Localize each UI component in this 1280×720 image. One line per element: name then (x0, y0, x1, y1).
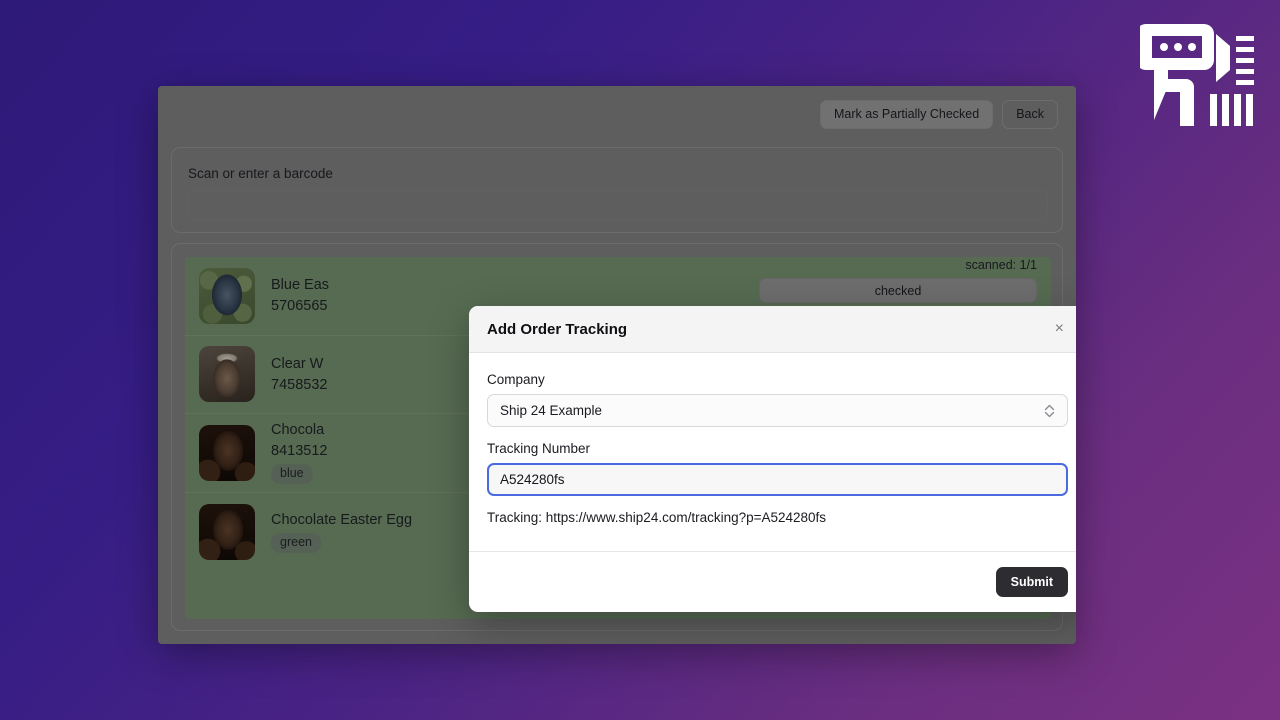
tracking-number-label: Tracking Number (487, 441, 591, 456)
product-thumbnail (199, 346, 255, 403)
company-label: Company (487, 372, 545, 387)
scanned-count: scanned: 1/1 (965, 258, 1037, 273)
checked-button-label: checked (874, 283, 922, 298)
product-thumbnail (199, 424, 255, 481)
add-order-tracking-modal: Add Order Tracking × Company Ship 24 Exa… (469, 306, 1076, 612)
modal-footer: Submit (469, 551, 1076, 612)
company-select[interactable]: Ship 24 Example (487, 394, 1068, 427)
item-tag: green (271, 532, 321, 553)
item-tag: blue (271, 464, 313, 485)
submit-button[interactable]: Submit (995, 567, 1068, 597)
mark-as-partially-checked-button[interactable]: Mark as Partially Checked (820, 99, 994, 129)
item-title: Blue Eas (271, 277, 330, 294)
product-thumbnail (199, 503, 255, 560)
modal-body: Company Ship 24 Example Tracking Number … (469, 353, 1076, 551)
product-thumbnail (199, 267, 255, 324)
checked-button[interactable]: checked (759, 278, 1037, 304)
top-action-bar: Mark as Partially Checked Back (158, 86, 1076, 142)
close-icon[interactable]: × (1050, 317, 1069, 341)
scan-label: Scan or enter a barcode (188, 166, 333, 181)
modal-header: Add Order Tracking × (469, 306, 1076, 353)
modal-title: Add Order Tracking (487, 320, 628, 338)
back-button[interactable]: Back (1002, 99, 1058, 129)
chevron-updown-icon (1044, 403, 1055, 419)
company-select-value: Ship 24 Example (500, 403, 603, 418)
tracking-url-hint: Tracking: https://www.ship24.com/trackin… (487, 510, 827, 525)
tracking-number-input[interactable] (487, 463, 1068, 496)
scan-panel: Scan or enter a barcode (171, 147, 1063, 233)
app-window: Mark as Partially Checked Back Scan or e… (158, 86, 1076, 644)
barcode-scanner-logo (1136, 20, 1254, 130)
screen: Mark as Partially Checked Back Scan or e… (0, 0, 1280, 720)
barcode-scan-input[interactable] (188, 190, 1048, 221)
